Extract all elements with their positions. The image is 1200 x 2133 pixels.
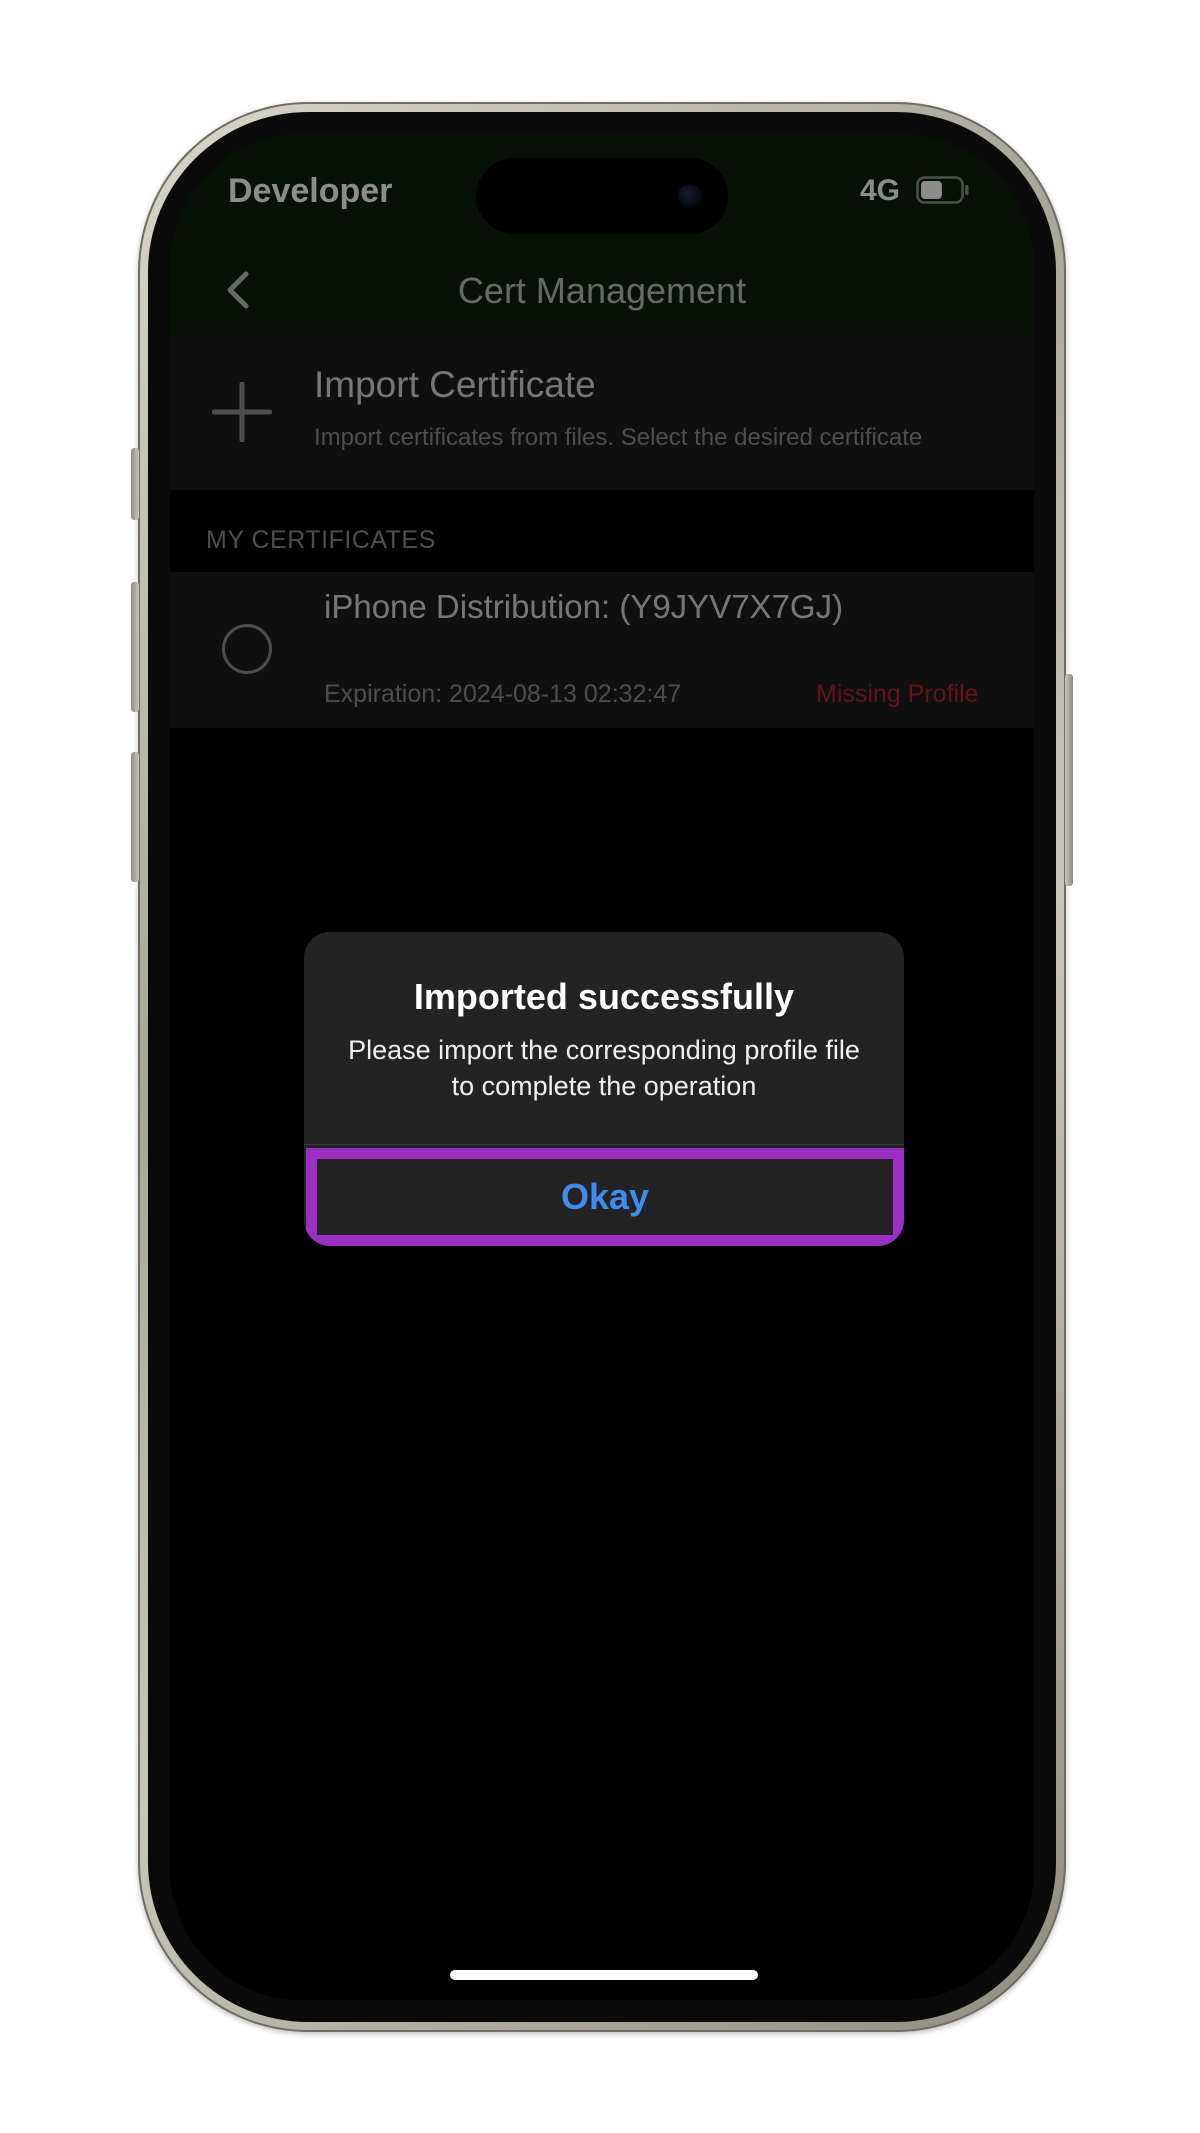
alert-message: Please import the corresponding profile … xyxy=(348,1035,860,1101)
home-indicator[interactable] xyxy=(450,1970,758,1980)
volume-up-button xyxy=(131,582,139,712)
alert-title: Imported successfully xyxy=(413,976,795,1017)
alert-divider xyxy=(304,1144,904,1145)
volume-down-button xyxy=(131,752,139,882)
screen: Developer 4G Cert Management Import Cert… xyxy=(170,134,1034,2000)
action-button xyxy=(131,448,139,520)
okay-button[interactable]: Okay xyxy=(306,1148,904,1246)
power-button xyxy=(1065,674,1073,886)
alert-dialog: Imported successfully Please import the … xyxy=(304,932,904,1246)
